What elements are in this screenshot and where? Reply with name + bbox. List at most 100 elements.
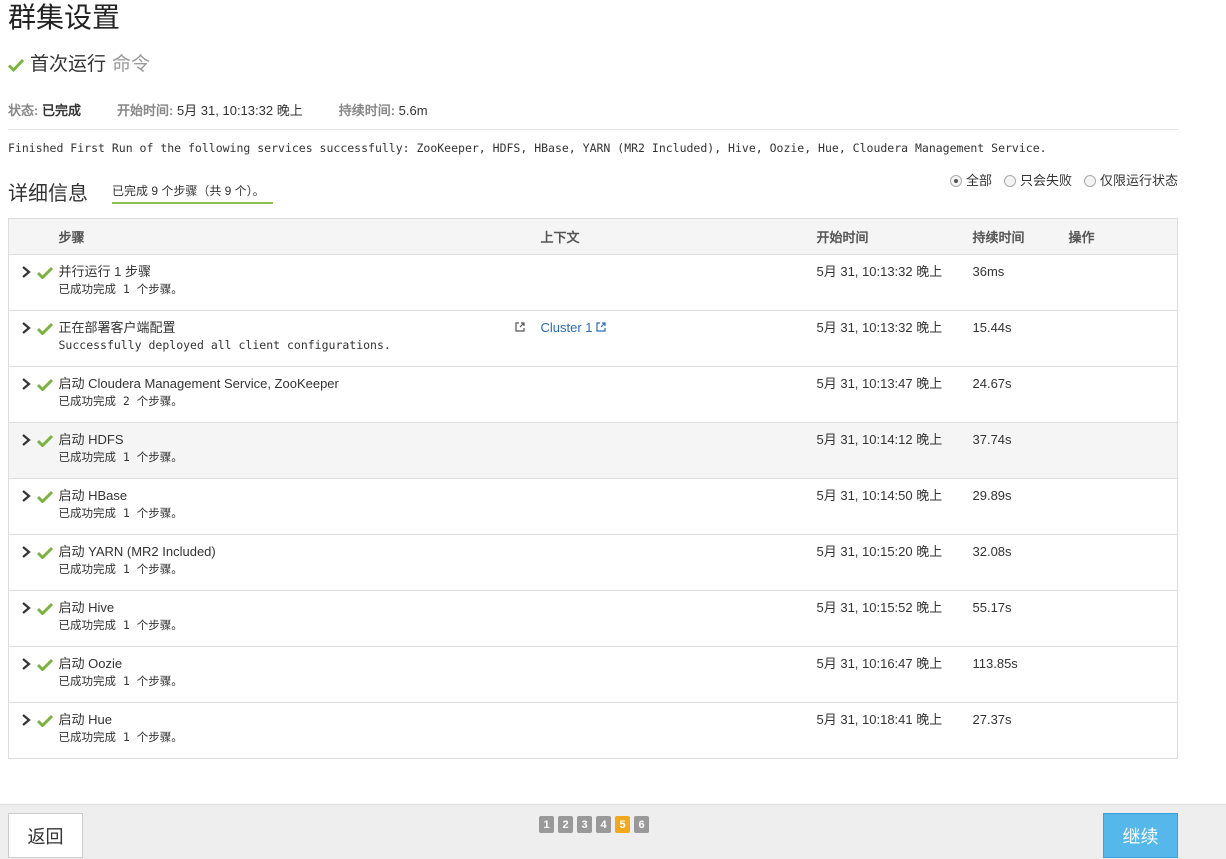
actions-cell xyxy=(1068,310,1178,367)
step-description: 已成功完成 1 个步骤。 xyxy=(58,282,183,296)
step-name: 启动 Hue xyxy=(58,712,112,727)
chevron-right-icon[interactable] xyxy=(19,601,33,615)
chevron-right-icon[interactable] xyxy=(19,265,33,279)
back-button[interactable]: 返回 xyxy=(8,813,83,858)
check-icon xyxy=(37,434,53,447)
context-link[interactable]: Cluster 1 xyxy=(541,320,593,335)
chevron-right-icon[interactable] xyxy=(19,545,33,559)
duration-cell: 24.67s xyxy=(972,366,1069,423)
row-expand-cell xyxy=(8,310,59,367)
start-time: 5月 31, 10:15:52 晚上 xyxy=(816,600,943,615)
context-cell xyxy=(540,590,817,647)
step-name: 正在部署客户端配置 xyxy=(58,320,176,335)
chevron-right-icon[interactable] xyxy=(19,713,33,727)
radio-icon[interactable] xyxy=(1003,175,1016,187)
row-expand-cell xyxy=(8,534,59,591)
row-expand-cell xyxy=(8,590,59,647)
header-start-time[interactable]: 开始时间 xyxy=(816,218,973,255)
chevron-right-icon[interactable] xyxy=(19,489,33,503)
step-cell: 启动 HDFS 已成功完成 1 个步骤。 xyxy=(58,422,541,479)
start-time-cell: 5月 31, 10:16:47 晚上 xyxy=(816,646,973,703)
step-cell: 启动 YARN (MR2 Included) 已成功完成 1 个步骤。 xyxy=(58,534,541,591)
radio-icon[interactable] xyxy=(1083,175,1096,187)
context-cell xyxy=(540,702,817,759)
start-time: 5月 31, 10:14:50 晚上 xyxy=(816,488,943,503)
context-cell: Cluster 1 xyxy=(540,310,817,367)
command-title: 首次运行 命令 xyxy=(8,52,150,78)
check-icon xyxy=(37,322,53,335)
actions-cell xyxy=(1068,702,1178,759)
page-indicator-6: 6 xyxy=(634,816,649,833)
filter-options: 全部 只会失败 仅限运行状态 xyxy=(938,172,1178,190)
actions-cell xyxy=(1068,254,1178,311)
command-suffix: 命令 xyxy=(112,54,151,75)
actions-cell xyxy=(1068,366,1178,423)
step-cell: 启动 Hive 已成功完成 1 个步骤。 xyxy=(58,590,541,647)
context-cell xyxy=(540,534,817,591)
filter-all[interactable]: 全部 xyxy=(949,172,992,190)
row-expand-cell xyxy=(8,702,59,759)
row-expand-cell xyxy=(8,366,59,423)
start-time-cell: 5月 31, 10:15:52 晚上 xyxy=(816,590,973,647)
table-row: 启动 YARN (MR2 Included) 已成功完成 1 个步骤。 5月 3… xyxy=(8,534,1178,591)
chevron-right-icon[interactable] xyxy=(19,657,33,671)
step-cell: 启动 Hue 已成功完成 1 个步骤。 xyxy=(58,702,541,759)
check-icon xyxy=(8,58,24,72)
page-indicator-4: 4 xyxy=(596,816,611,833)
step-description: 已成功完成 1 个步骤。 xyxy=(58,450,183,464)
check-icon xyxy=(37,602,53,615)
duration-cell: 113.85s xyxy=(972,646,1069,703)
context-cell xyxy=(540,646,817,703)
context-cell xyxy=(540,366,817,423)
table-row: 启动 Hue 已成功完成 1 个步骤。 5月 31, 10:18:41 晚上 2… xyxy=(8,702,1178,759)
chevron-right-icon[interactable] xyxy=(19,433,33,447)
step-name: 启动 Cloudera Management Service, ZooKeepe… xyxy=(58,376,339,391)
chevron-right-icon[interactable] xyxy=(19,321,33,335)
page-indicator-5: 5 xyxy=(615,816,630,833)
duration: 55.17s xyxy=(972,600,1012,615)
filter-failed-label: 只会失败 xyxy=(1019,173,1072,188)
actions-cell xyxy=(1068,534,1178,591)
header-duration[interactable]: 持续时间 xyxy=(972,218,1069,255)
header-actions: 操作 xyxy=(1068,218,1178,255)
table-row: 正在部署客户端配置 Successfully deployed all clie… xyxy=(8,310,1178,367)
external-link-icon[interactable] xyxy=(514,322,525,332)
start-time: 5月 31, 10:13:32 晚上 xyxy=(816,264,943,279)
wizard-footer: 返回 123456 继续 xyxy=(0,804,1226,859)
duration-cell: 29.89s xyxy=(972,478,1069,535)
duration-item: 持续时间: 5.6m xyxy=(339,102,428,120)
duration-cell: 27.37s xyxy=(972,702,1069,759)
start-time: 5月 31, 10:18:41 晚上 xyxy=(816,712,943,727)
table-row: 并行运行 1 步骤 已成功完成 1 个步骤。 5月 31, 10:13:32 晚… xyxy=(8,254,1178,311)
header-step[interactable]: 步骤 xyxy=(58,218,541,255)
start-time-value: 5月 31, 10:13:32 晚上 xyxy=(176,103,303,118)
header-expand xyxy=(8,218,59,255)
duration: 36ms xyxy=(972,264,1005,279)
step-cell: 启动 HBase 已成功完成 1 个步骤。 xyxy=(58,478,541,535)
start-time-cell: 5月 31, 10:18:41 晚上 xyxy=(816,702,973,759)
step-cell: 启动 Cloudera Management Service, ZooKeepe… xyxy=(58,366,541,423)
radio-icon[interactable] xyxy=(949,175,962,187)
check-icon xyxy=(37,378,53,391)
step-name: 启动 HBase xyxy=(58,488,128,503)
row-expand-cell xyxy=(8,422,59,479)
external-link-icon[interactable] xyxy=(596,322,606,332)
header-context[interactable]: 上下文 xyxy=(540,218,817,255)
step-description: 已成功完成 1 个步骤。 xyxy=(58,730,183,744)
table-row: 启动 HDFS 已成功完成 1 个步骤。 5月 31, 10:14:12 晚上 … xyxy=(8,422,1178,479)
filter-running-label: 仅限运行状态 xyxy=(1099,173,1178,188)
filter-running-only[interactable]: 仅限运行状态 xyxy=(1083,172,1178,190)
actions-cell xyxy=(1068,478,1178,535)
table-row: 启动 Oozie 已成功完成 1 个步骤。 5月 31, 10:16:47 晚上… xyxy=(8,646,1178,703)
chevron-right-icon[interactable] xyxy=(19,377,33,391)
step-name: 启动 Oozie xyxy=(58,656,123,671)
status-value: 已完成 xyxy=(41,103,81,118)
check-icon xyxy=(37,658,53,671)
step-description: 已成功完成 1 个步骤。 xyxy=(58,618,183,632)
start-time: 5月 31, 10:14:12 晚上 xyxy=(816,432,943,447)
start-time-label: 开始时间: xyxy=(116,103,174,118)
duration-cell: 15.44s xyxy=(972,310,1069,367)
continue-button[interactable]: 继续 xyxy=(1103,813,1178,858)
duration: 27.37s xyxy=(972,712,1012,727)
filter-failed-only[interactable]: 只会失败 xyxy=(1003,172,1072,190)
